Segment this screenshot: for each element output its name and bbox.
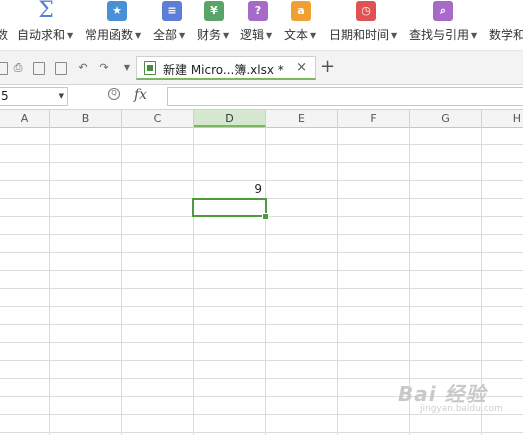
autosum-label: 自动求和: [17, 28, 66, 42]
chevron-down-icon: ▼: [135, 31, 142, 40]
chevron-down-icon[interactable]: ▼: [59, 88, 64, 105]
print-preview-icon[interactable]: [33, 62, 45, 75]
zoom-icon[interactable]: Q: [108, 88, 120, 100]
chevron-down-icon: ▼: [179, 31, 186, 40]
row-gridline: [0, 270, 523, 271]
chevron-down-icon: ▼: [67, 31, 74, 40]
watermark-logo: Bai 经验: [398, 382, 487, 406]
column-headers: A B C D E F G H: [0, 110, 523, 128]
tab-document[interactable]: 新建 Micro...簿.xlsx * ×: [136, 56, 316, 80]
print-icon[interactable]: ⎙: [11, 61, 25, 75]
column-gridline: [49, 127, 50, 435]
star-icon: ★: [107, 1, 127, 21]
fill-handle[interactable]: [262, 213, 269, 220]
logic-label: 逻辑: [240, 28, 265, 42]
redo-icon[interactable]: ↷: [97, 61, 111, 75]
active-cell[interactable]: [192, 198, 267, 217]
math-label: 数学和: [489, 28, 523, 42]
add-tab-icon[interactable]: +: [320, 57, 335, 77]
row-gridline: [0, 360, 523, 361]
column-gridline: [193, 127, 194, 435]
column-header-f[interactable]: F: [338, 110, 410, 127]
open-icon[interactable]: [0, 62, 8, 75]
close-icon[interactable]: ×: [296, 60, 307, 75]
list-icon: ≡: [162, 1, 182, 21]
cell-d-value[interactable]: 9: [194, 182, 262, 196]
row-gridline: [0, 432, 523, 433]
ribbon-cut-label: 数: [0, 28, 9, 42]
chevron-down-icon: ▼: [310, 31, 317, 40]
name-box[interactable]: 5 ▼: [0, 87, 68, 106]
chevron-down-icon: ▼: [471, 31, 478, 40]
row-gridline: [0, 414, 523, 415]
finance-icon: ¥: [204, 1, 224, 21]
datetime-label: 日期和时间: [329, 28, 390, 42]
search-icon: ⌕: [433, 1, 453, 21]
row-gridline: [0, 288, 523, 289]
chevron-down-icon: ▼: [266, 31, 273, 40]
row-gridline: [0, 306, 523, 307]
column-header-b[interactable]: B: [50, 110, 122, 127]
column-header-h[interactable]: H: [482, 110, 523, 127]
export-icon[interactable]: [55, 62, 67, 75]
column-header-e[interactable]: E: [266, 110, 338, 127]
fx-icon[interactable]: fx: [134, 87, 147, 103]
row-gridline: [0, 324, 523, 325]
column-gridline: [121, 127, 122, 435]
column-header-d[interactable]: D: [194, 110, 266, 127]
formula-ribbon: 数 Σ 自动求和 ▼ ★ 常用函数 ▼ ≡ 全部 ▼ ¥ 财务 ▼ ? 逻辑 ▼ a 文本…: [0, 0, 523, 51]
row-gridline: [0, 234, 523, 235]
spreadsheet-file-icon: [144, 61, 156, 75]
all-functions-label: 全部: [153, 28, 178, 42]
name-box-value: 5: [1, 89, 9, 103]
document-tab-title: 新建 Micro...簿.xlsx *: [163, 63, 284, 77]
formula-input[interactable]: [167, 87, 523, 106]
chevron-down-icon: ▼: [223, 31, 230, 40]
row-gridline: [0, 252, 523, 253]
common-functions-label: 常用函数: [85, 28, 134, 42]
sigma-icon: Σ: [38, 0, 54, 23]
column-gridline: [265, 127, 266, 435]
text-label: 文本: [284, 28, 309, 42]
undo-icon[interactable]: ↶: [76, 61, 90, 75]
clock-icon: ◷: [356, 1, 376, 21]
more-dropdown-icon[interactable]: ▼: [120, 61, 134, 75]
finance-label: 财务: [197, 28, 222, 42]
row-gridline: [0, 342, 523, 343]
lookup-label: 查找与引用: [409, 28, 470, 42]
tab-bar: ⎙ ↶ ↷ ▼ 新建 Micro...簿.xlsx * × +: [0, 51, 523, 85]
row-gridline: [0, 180, 523, 181]
chevron-down-icon: ▼: [391, 31, 398, 40]
formula-bar: 5 ▼ Q fx: [0, 85, 523, 110]
text-icon: a: [291, 1, 311, 21]
column-header-g[interactable]: G: [410, 110, 482, 127]
column-header-a[interactable]: A: [0, 110, 50, 127]
row-gridline: [0, 144, 523, 145]
column-gridline: [337, 127, 338, 435]
row-gridline: [0, 162, 523, 163]
watermark-url: jingyan.baidu.com: [420, 404, 504, 414]
question-icon: ?: [248, 1, 268, 21]
column-header-c[interactable]: C: [122, 110, 194, 127]
